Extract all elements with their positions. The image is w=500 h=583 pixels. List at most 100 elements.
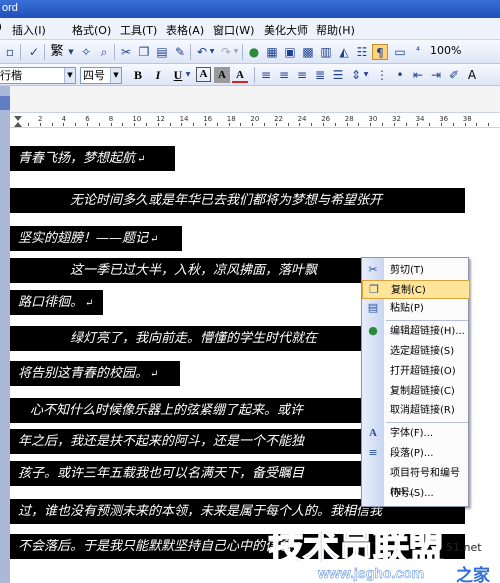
print-preview-icon[interactable]: ▫ <box>2 44 18 60</box>
paste-icon: ▤ <box>367 301 379 314</box>
font-size-select[interactable]: 四号 ▼ <box>80 67 122 84</box>
ruler-tick <box>193 123 195 126</box>
zoom-icon[interactable]: ⁴ <box>410 44 426 60</box>
ruler-tick <box>382 123 383 126</box>
document-map-icon[interactable]: ☷ <box>354 44 370 60</box>
more-icon[interactable]: A <box>464 67 480 83</box>
context-item-symbol[interactable]: 符号(S)... <box>362 484 470 503</box>
tables-borders-icon[interactable]: ▦ <box>264 44 280 60</box>
doc-line[interactable]: 将告别这青春的校园。 ↵ <box>10 361 180 386</box>
menu-insert[interactable]: 插入(I) <box>12 22 46 38</box>
menu-view-fragment[interactable]: ) <box>0 22 2 33</box>
chevron-down-icon[interactable]: ▼ <box>362 67 370 83</box>
increase-indent-icon[interactable]: ⇥ <box>428 67 444 83</box>
show-hide-icon[interactable]: ¶ <box>372 44 388 60</box>
ruler-tick <box>323 123 324 126</box>
align-left-icon[interactable]: ≡ <box>258 67 274 83</box>
ruler-tick <box>346 123 348 126</box>
insert-table-icon[interactable]: ▣ <box>282 44 298 60</box>
ruler-tick <box>110 123 112 126</box>
menu-table[interactable]: 表格(A) <box>166 22 204 38</box>
ruler-number: 34 <box>415 115 425 123</box>
justify-icon[interactable]: ≣ <box>312 67 328 83</box>
doc-line[interactable]: 路口徘徊。 ↵ <box>10 290 103 315</box>
first-line-indent-marker[interactable] <box>14 116 22 121</box>
distribute-icon[interactable]: ☰ <box>330 67 346 83</box>
scissors-icon: ✂ <box>368 263 378 276</box>
watermark-url: www.jsgho.com <box>318 565 425 581</box>
check-icon[interactable]: ✓ <box>26 44 42 60</box>
copy-icon[interactable]: ❐ <box>136 44 152 60</box>
context-item-copy[interactable]: ❐ 复制(C) <box>362 280 470 299</box>
separator <box>44 44 45 60</box>
formatting-toolbar: 行楷 ▼ 四号 ▼ B I U ▼ A A A ≡ ≡ ≡ ≣ ☰ ⇕ ▼ ⋮ … <box>0 64 500 86</box>
research-icon[interactable]: ⌕ <box>96 44 112 60</box>
context-item-cut[interactable]: ✂ 剪切(T) <box>362 261 470 280</box>
doc-line[interactable]: 坚实的翅膀！——题记 ↵ <box>10 226 182 251</box>
chevron-down-icon[interactable]: ▼ <box>208 44 216 60</box>
doc-line[interactable]: 青春飞扬，梦想起航 ↵ <box>10 146 175 171</box>
traditional-chinese-button[interactable]: 繁 <box>48 44 66 60</box>
doc-line[interactable]: 无论时间多久或是年华已去我们都将为梦想与希望张开 <box>10 188 465 213</box>
char-border-button[interactable]: A <box>196 67 211 82</box>
context-item-open-hyperlink[interactable]: 打开超链接(O) <box>362 362 470 381</box>
font-name-select[interactable]: 行楷 ▼ <box>0 67 76 84</box>
bullets-icon[interactable]: • <box>392 67 408 83</box>
menu-bar: ) 插入(I) 格式(O) 工具(T) 表格(A) 窗口(W) 美化大师 帮助(… <box>0 18 500 40</box>
context-item-remove-hyperlink[interactable]: 取消超链接(R) <box>362 401 470 420</box>
ruler-tick <box>358 123 360 126</box>
columns-icon[interactable]: ▥ <box>318 44 334 60</box>
char-shading-button[interactable]: A <box>214 67 230 83</box>
numbering-icon[interactable]: ⋮ <box>374 67 390 83</box>
format-painter-icon[interactable]: ✎ <box>172 44 188 60</box>
chevron-down-icon[interactable]: ▼ <box>64 68 75 83</box>
ruler-number: 4 <box>61 115 67 123</box>
context-item-paragraph[interactable]: ≡ 段落(P)... <box>362 444 470 463</box>
hyperlink-icon[interactable]: ● <box>246 44 262 60</box>
ruler-tick <box>417 123 419 126</box>
chevron-down-icon[interactable]: ▼ <box>110 68 121 83</box>
ruler-number: 2 <box>38 115 43 123</box>
ruler-number: 16 <box>203 115 213 123</box>
drawing-icon[interactable]: ◭ <box>336 44 352 60</box>
menu-beautify[interactable]: 美化大师 <box>264 22 308 38</box>
ruler-number: 30 <box>368 115 378 123</box>
context-item-font[interactable]: A 字体(F)... <box>362 424 470 443</box>
font-color-button[interactable]: A <box>232 67 248 83</box>
highlight-icon[interactable]: ✐ <box>446 67 462 83</box>
context-item-paste[interactable]: ▤ 粘贴(P) <box>362 299 470 318</box>
horizontal-ruler[interactable]: 2 4 6 8 10 12 14 16 18 20 22 24 26 28 30 32 34 36 38 <box>10 112 500 128</box>
chevron-down-icon[interactable]: ▼ <box>66 44 76 60</box>
ruler-tick <box>157 123 159 126</box>
align-center-icon[interactable]: ≡ <box>276 67 292 83</box>
context-item-bullets-numbering[interactable]: 项目符号和编号(N)... <box>362 464 470 498</box>
ruler-tick <box>169 123 171 126</box>
ruler-tick <box>476 123 478 126</box>
align-right-icon[interactable]: ≡ <box>294 67 310 83</box>
bold-button[interactable]: B <box>130 67 146 83</box>
context-item-copy-hyperlink[interactable]: 复制超链接(C) <box>362 382 470 401</box>
decrease-indent-icon[interactable]: ⇤ <box>410 67 426 83</box>
spelling-icon[interactable]: ✧ <box>78 44 94 60</box>
font-icon: A <box>369 427 377 439</box>
paste-icon[interactable]: ▤ <box>154 44 170 60</box>
zoom-select[interactable]: 100% <box>428 43 462 60</box>
chevron-down-icon[interactable]: ▼ <box>184 67 192 83</box>
hyperlink-icon: ● <box>368 324 378 337</box>
hanging-indent-marker[interactable] <box>14 122 22 127</box>
menu-help[interactable]: 帮助(H) <box>316 22 355 38</box>
ruler-tick <box>311 123 313 126</box>
menu-window[interactable]: 窗口(W) <box>213 22 254 38</box>
ruler-tick <box>393 123 395 126</box>
cut-icon[interactable]: ✂ <box>118 44 134 60</box>
context-item-edit-hyperlink[interactable]: ● 编辑超链接(H)... <box>362 322 470 341</box>
tab-selector[interactable] <box>0 96 10 110</box>
insert-excel-icon[interactable]: ▩ <box>300 44 316 60</box>
context-item-select-hyperlink[interactable]: 选定超链接(S) <box>362 342 470 361</box>
menu-tools[interactable]: 工具(T) <box>120 22 157 38</box>
reading-icon[interactable]: ▭ <box>392 44 408 60</box>
menu-format[interactable]: 格式(O) <box>72 22 111 38</box>
italic-button[interactable]: I <box>150 67 166 83</box>
ruler-number: 24 <box>297 115 307 123</box>
chevron-down-icon[interactable]: ▼ <box>232 44 240 60</box>
